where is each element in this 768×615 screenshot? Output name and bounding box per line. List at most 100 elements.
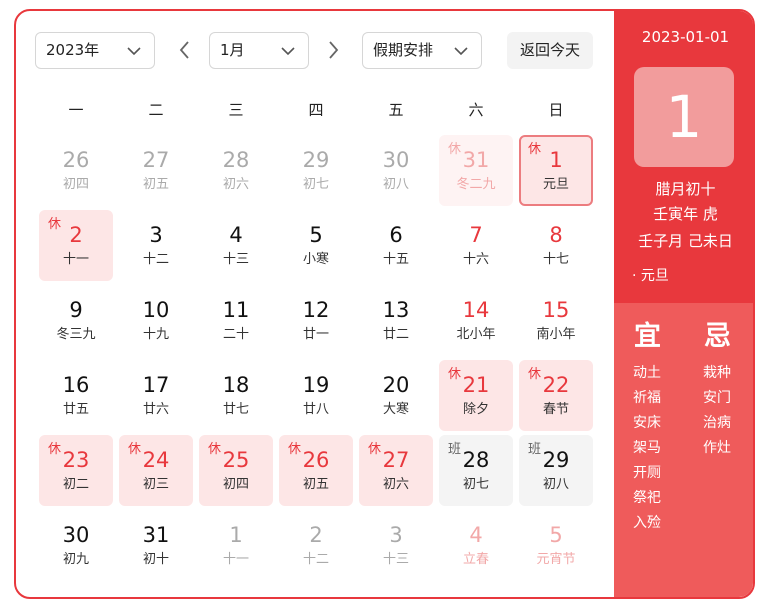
prev-month-arrow-icon[interactable] — [174, 38, 196, 62]
day-cell[interactable]: 休 31 冬二九 — [439, 135, 513, 206]
day-number: 21 — [462, 373, 490, 397]
day-cell[interactable]: 休 25 初四 — [199, 435, 273, 506]
lunar-label: 十六 — [462, 252, 489, 267]
day-cell[interactable]: 休 22 春节 — [519, 360, 593, 431]
year-select[interactable]: 2023年 — [35, 32, 155, 69]
day-number: 2 — [309, 523, 323, 547]
day-cell[interactable]: 班 28 初七 — [439, 435, 513, 506]
day-cell[interactable]: 1 十一 — [199, 510, 273, 581]
next-month-arrow-icon[interactable] — [322, 38, 344, 62]
chevron-down-icon — [454, 47, 468, 56]
lunar-label: 初四 — [62, 177, 89, 192]
weekday-label: 一 — [68, 101, 84, 119]
day-number: 5 — [309, 223, 323, 247]
day-number: 1 — [229, 523, 243, 547]
day-number: 27 — [382, 448, 410, 472]
day-cell[interactable]: 11 二十 — [199, 285, 273, 356]
calendar-main: 2023年 1月 假期安排 返回今天 一 二 三 四 五 六 日 26 初四 27 初… — [16, 11, 614, 597]
day-cell[interactable]: 8 十七 — [519, 210, 593, 281]
lunar-label: 元宵节 — [536, 552, 576, 567]
day-number: 28 — [222, 148, 250, 172]
month-select-value: 1月 — [220, 41, 245, 59]
day-number: 27 — [142, 148, 170, 172]
day-number: 18 — [222, 373, 250, 397]
day-number: 16 — [62, 373, 90, 397]
lunar-label: 廿五 — [62, 402, 89, 417]
day-grid: 26 初四 27 初五 28 初六 29 初七 30 初八休 31 冬二九休 1 元旦休 2 十一 3 十二 4 十三… — [36, 133, 596, 583]
lunar-label: 初二 — [62, 477, 89, 492]
day-cell[interactable]: 20 大寒 — [359, 360, 433, 431]
day-number: 5 — [549, 523, 563, 547]
day-cell[interactable]: 17 廿六 — [119, 360, 193, 431]
lunar-label: 廿二 — [382, 327, 409, 342]
day-cell[interactable]: 14 北小年 — [439, 285, 513, 356]
day-cell[interactable]: 6 十五 — [359, 210, 433, 281]
day-cell[interactable]: 9 冬三九 — [39, 285, 113, 356]
day-cell[interactable]: 16 廿五 — [39, 360, 113, 431]
day-cell[interactable]: 26 初四 — [39, 135, 113, 206]
ji-list: 栽种 安门 治病 作灶 — [703, 361, 731, 461]
day-cell[interactable]: 5 小寒 — [279, 210, 353, 281]
day-number: 9 — [69, 298, 83, 322]
day-cell[interactable]: 5 元宵节 — [519, 510, 593, 581]
weekday-label: 日 — [548, 101, 564, 119]
lunar-label: 初八 — [382, 177, 409, 192]
day-number: 6 — [389, 223, 403, 247]
day-cell[interactable]: 27 初五 — [119, 135, 193, 206]
day-cell[interactable]: 15 南小年 — [519, 285, 593, 356]
day-cell[interactable]: 13 廿二 — [359, 285, 433, 356]
lunar-label: 初五 — [142, 177, 169, 192]
lunar-label: 廿一 — [302, 327, 329, 342]
weekday-label: 五 — [388, 101, 404, 119]
day-number: 19 — [302, 373, 330, 397]
lunar-label: 初七 — [462, 477, 489, 492]
back-to-today-button[interactable]: 返回今天 — [507, 32, 593, 69]
day-cell[interactable]: 3 十二 — [119, 210, 193, 281]
day-number: 4 — [469, 523, 483, 547]
day-cell[interactable]: 12 廿一 — [279, 285, 353, 356]
holiday-select[interactable]: 假期安排 — [362, 32, 482, 69]
weekday-label: 二 — [148, 101, 164, 119]
year-select-value: 2023年 — [46, 41, 100, 59]
day-cell[interactable]: 2 十二 — [279, 510, 353, 581]
day-cell[interactable]: 休 23 初二 — [39, 435, 113, 506]
yi-item: 动土 — [633, 365, 661, 381]
lunar-label: 廿八 — [302, 402, 329, 417]
day-cell[interactable]: 31 初十 — [119, 510, 193, 581]
day-cell[interactable]: 3 十三 — [359, 510, 433, 581]
lunar-label: 十一 — [62, 252, 89, 267]
day-number: 2 — [69, 223, 83, 247]
yi-item: 祈福 — [633, 390, 661, 406]
day-cell[interactable]: 10 十九 — [119, 285, 193, 356]
lunar-label: 十二 — [302, 552, 329, 567]
yi-item: 安床 — [633, 415, 661, 431]
day-number: 22 — [542, 373, 570, 397]
day-cell[interactable]: 休 1 元旦 — [519, 135, 593, 206]
month-select[interactable]: 1月 — [209, 32, 309, 69]
day-cell[interactable]: 7 十六 — [439, 210, 513, 281]
day-number: 30 — [62, 523, 90, 547]
selected-date: 2023-01-01 — [641, 28, 730, 46]
day-number: 25 — [222, 448, 250, 472]
day-cell[interactable]: 休 26 初五 — [279, 435, 353, 506]
lunar-label: 立春 — [462, 552, 489, 567]
day-cell[interactable]: 4 立春 — [439, 510, 513, 581]
day-cell[interactable]: 休 24 初三 — [119, 435, 193, 506]
day-cell[interactable]: 休 27 初六 — [359, 435, 433, 506]
day-cell[interactable]: 18 廿七 — [199, 360, 273, 431]
day-cell[interactable]: 29 初七 — [279, 135, 353, 206]
day-number: 14 — [462, 298, 490, 322]
day-cell[interactable]: 19 廿八 — [279, 360, 353, 431]
day-cell[interactable]: 30 初八 — [359, 135, 433, 206]
day-number: 31 — [462, 148, 490, 172]
day-number: 28 — [462, 448, 490, 472]
day-cell[interactable]: 28 初六 — [199, 135, 273, 206]
yi-item: 祭祀 — [633, 490, 661, 506]
day-number: 17 — [142, 373, 170, 397]
day-cell[interactable]: 休 21 除夕 — [439, 360, 513, 431]
day-cell[interactable]: 4 十三 — [199, 210, 273, 281]
day-cell[interactable]: 休 2 十一 — [39, 210, 113, 281]
lunar-label: 初六 — [222, 177, 249, 192]
day-cell[interactable]: 班 29 初八 — [519, 435, 593, 506]
day-cell[interactable]: 30 初九 — [39, 510, 113, 581]
